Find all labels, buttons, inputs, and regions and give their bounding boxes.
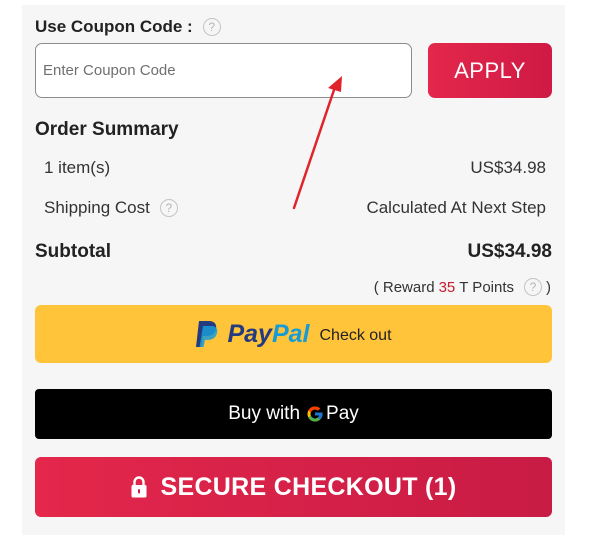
google-pay-button[interactable]: Buy with Pay (35, 389, 552, 439)
subtotal-label: Subtotal (35, 241, 111, 262)
shipping-row: Shipping Cost ? Calculated At Next Step (44, 198, 546, 218)
reward-points-value: 35 (438, 278, 456, 296)
reward-points-suffix: T Points (459, 278, 514, 296)
secure-checkout-button[interactable]: SECURE CHECKOUT (1) (35, 457, 552, 517)
coupon-title-label: Use Coupon Code : (35, 17, 193, 36)
gpay-pay-word: Pay (326, 403, 359, 424)
gpay-mark: Pay (306, 403, 359, 425)
items-price: US$34.98 (470, 158, 546, 177)
shipping-cost-value: Calculated At Next Step (366, 198, 546, 217)
help-icon[interactable]: ? (202, 18, 221, 36)
apply-coupon-button[interactable]: APPLY (428, 43, 552, 98)
reward-points-note: ( Reward 35 T Points ? ) (374, 278, 551, 296)
gpay-prefix-label: Buy with (228, 403, 301, 424)
shipping-cost-label: Shipping Cost (44, 198, 150, 217)
items-row: 1 item(s) US$34.98 (44, 158, 546, 178)
subtotal-row: Subtotal US$34.98 (35, 241, 552, 263)
annotation-arrow-icon (292, 76, 342, 210)
paypal-wordmark: PayPal (227, 319, 310, 348)
lock-icon (131, 476, 146, 498)
secure-checkout-label: SECURE CHECKOUT (1) (160, 472, 457, 501)
coupon-section-title: Use Coupon Code : ? (35, 17, 221, 37)
help-icon[interactable]: ? (159, 199, 178, 217)
paypal-checkout-button[interactable]: PayPal Check out (35, 305, 552, 363)
reward-close-label: ) (546, 278, 551, 296)
paypal-logo-icon (196, 321, 218, 347)
subtotal-value: US$34.98 (467, 241, 552, 262)
items-count-label: 1 item(s) (44, 158, 111, 177)
google-g-icon (307, 406, 323, 422)
coupon-code-input[interactable] (35, 43, 412, 98)
paypal-checkout-label: Check out (319, 326, 392, 344)
help-icon[interactable]: ? (524, 278, 542, 296)
order-summary-title: Order Summary (35, 119, 179, 140)
reward-open-label: ( Reward (373, 278, 435, 296)
